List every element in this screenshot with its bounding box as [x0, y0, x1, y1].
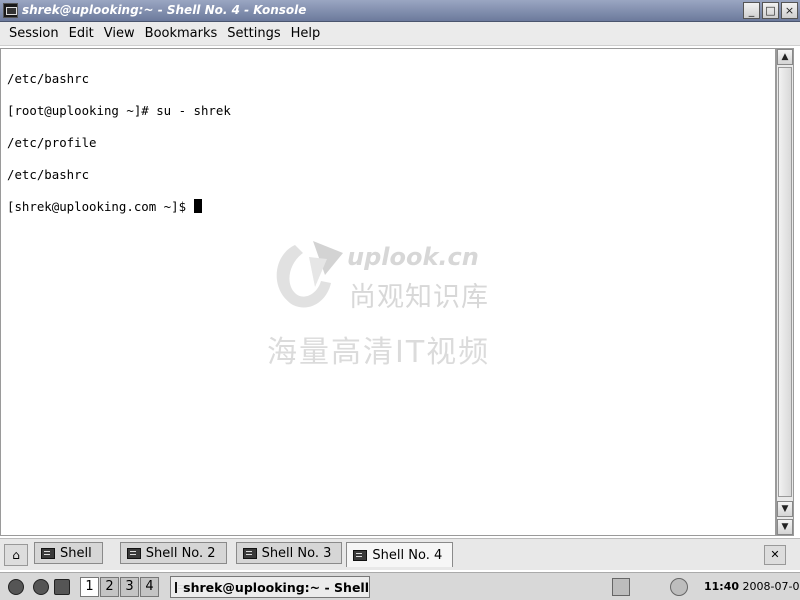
menu-settings[interactable]: Settings — [222, 26, 285, 41]
tab-shell-no-4[interactable]: Shell No. 4 — [346, 542, 454, 567]
vertical-scrollbar[interactable]: ▲ ▼ ▼ — [776, 48, 794, 536]
clock-date: 2008-07-02 — [742, 580, 800, 593]
watermark-line1: 尚观知识库 — [349, 282, 489, 313]
menu-session[interactable]: Session — [4, 26, 64, 41]
kmenu-icon[interactable] — [8, 579, 24, 595]
terminal-icon — [41, 547, 55, 559]
menu-edit[interactable]: Edit — [64, 26, 99, 41]
terminal-icon — [175, 581, 185, 593]
terminal-line: /etc/bashrc — [7, 71, 90, 86]
terminal-prompt-line: [shrek@uplooking.com ~]$ — [7, 199, 775, 215]
terminal-line: [root@uplooking ~]# su - shrek — [7, 103, 231, 118]
tab-label: Shell No. 3 — [261, 545, 332, 561]
terminal-line: /etc/profile — [7, 135, 97, 150]
taskbar: 1 2 3 4 shrek@uplooking:~ - Shell 11:40 … — [0, 572, 800, 600]
watermark: uplook.cn 尚观知识库 海量高清IT视频 — [265, 235, 535, 370]
session-tab-bar: ⌂ Shell Shell No. 2 Shell No. 3 Shell No… — [0, 538, 800, 570]
clipboard-icon[interactable] — [612, 578, 630, 596]
update-status-icon[interactable] — [670, 578, 688, 596]
tab-shell[interactable]: Shell — [34, 542, 103, 564]
window-controls: _ □ × — [743, 2, 798, 19]
scroll-up-button[interactable]: ▲ — [777, 49, 793, 65]
tab-label: Shell — [60, 545, 92, 561]
clock[interactable]: 11:40 2008-07-02 — [704, 580, 800, 593]
desktop-4-button[interactable]: 4 — [140, 577, 159, 597]
menu-bar: Session Edit View Bookmarks Settings Hel… — [0, 22, 800, 46]
minimize-button[interactable]: _ — [743, 2, 760, 19]
konsole-app-icon[interactable] — [3, 3, 18, 18]
menu-help[interactable]: Help — [286, 26, 326, 41]
tab-label: Shell No. 4 — [372, 547, 443, 563]
task-label: shrek@uplooking:~ - Shell — [183, 579, 369, 595]
watermark-brand: uplook.cn — [347, 243, 479, 271]
menu-view[interactable]: View — [99, 26, 140, 41]
terminal-icon — [242, 547, 257, 559]
maximize-button[interactable]: □ — [762, 2, 779, 19]
desktop-2-button[interactable]: 2 — [100, 577, 119, 597]
terminal-icon — [126, 547, 141, 559]
watermark-line2: 海量高清IT视频 — [267, 335, 491, 370]
scroll-down-button-secondary[interactable]: ▼ — [777, 519, 793, 535]
tab-label: Shell No. 2 — [145, 545, 216, 561]
desktop-pager: 1 2 3 4 — [80, 577, 160, 597]
terminal-icon — [353, 549, 368, 561]
scroll-down-button[interactable]: ▼ — [777, 501, 793, 517]
new-session-button[interactable]: ⌂ — [4, 544, 28, 566]
browser-icon[interactable] — [33, 579, 49, 595]
taskbar-task-konsole[interactable]: shrek@uplooking:~ - Shell — [170, 576, 370, 598]
show-desktop-icon[interactable] — [54, 579, 70, 595]
terminal-cursor — [193, 199, 202, 213]
desktop-3-button[interactable]: 3 — [120, 577, 139, 597]
title-bar[interactable]: shrek@uplooking:~ - Shell No. 4 - Konsol… — [0, 0, 800, 22]
desktop-1-button[interactable]: 1 — [80, 577, 99, 597]
uplook-logo-icon — [276, 241, 343, 308]
session-tabs: Shell Shell No. 2 Shell No. 3 Shell No. … — [34, 542, 454, 567]
close-session-button[interactable]: ✕ — [764, 545, 786, 565]
tab-shell-no-3[interactable]: Shell No. 3 — [235, 542, 343, 564]
close-button[interactable]: × — [781, 2, 798, 19]
menu-bookmarks[interactable]: Bookmarks — [140, 26, 223, 41]
terminal-prompt: [shrek@uplooking.com ~]$ — [7, 199, 194, 214]
terminal-line: /etc/bashrc — [7, 167, 90, 182]
window-title: shrek@uplooking:~ - Shell No. 4 - Konsol… — [22, 3, 307, 17]
scroll-thumb[interactable] — [778, 67, 792, 497]
tab-shell-no-2[interactable]: Shell No. 2 — [119, 542, 227, 564]
clock-time: 11:40 — [704, 580, 740, 593]
